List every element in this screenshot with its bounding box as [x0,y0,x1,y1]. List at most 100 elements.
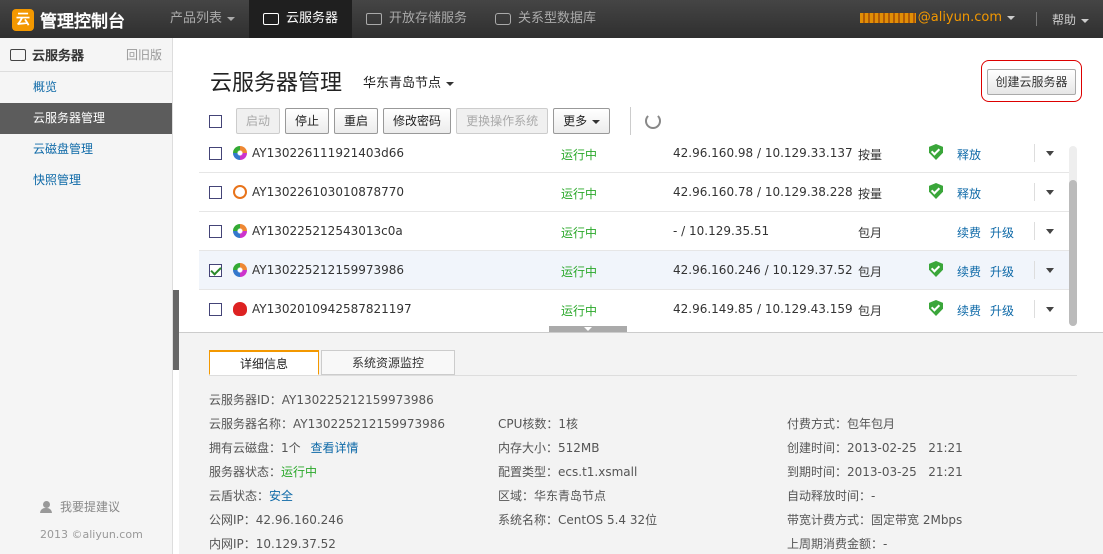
logo[interactable]: 云 管理控制台 [12,7,125,32]
sidebar-item-overview[interactable]: 概览 [0,72,172,103]
sidebar-item-ecs-manage[interactable]: 云服务器管理 [0,103,172,134]
detail-os-name: 系统名称：CentOS 5.4 32位 [498,511,657,528]
server-ip: 42.96.160.246 / 10.129.37.52 [673,263,853,277]
detail-key: CPU核数： [498,417,559,431]
chevron-down-icon[interactable] [1046,307,1054,312]
top-nav: 产品列表 云服务器 开放存储服务 关系型数据库 [156,0,610,38]
refresh-icon[interactable] [645,113,662,129]
renew-link[interactable]: 续费 [957,302,981,319]
detail-instance-type: 配置类型：ecs.t1.xsmall [498,463,637,480]
server-table: AY130226111921403d66 运行中 42.96.160.98 / … [199,138,1070,328]
server-id[interactable]: AY130225212159973986 [252,263,404,277]
scrollbar-thumb[interactable] [1069,180,1077,326]
chevron-down-icon [446,81,455,86]
nav-rds[interactable]: 关系型数据库 [481,0,610,38]
feedback-link[interactable]: 我要提建议 [40,498,120,515]
table-row[interactable]: AY130225212543013c0a 运行中 - / 10.129.35.5… [199,212,1070,251]
chevron-down-icon[interactable] [1046,190,1054,195]
detail-memory: 内存大小：512MB [498,439,600,456]
change-password-button[interactable]: 修改密码 [383,108,452,134]
old-version-link[interactable]: 回旧版 [126,46,162,63]
row-checkbox[interactable] [209,225,222,238]
nav-oss[interactable]: 开放存储服务 [352,0,481,38]
start-button[interactable]: 启动 [236,108,281,134]
server-ip: - / 10.129.35.51 [673,224,770,238]
divider [1034,183,1035,201]
table-row[interactable]: AY130226111921403d66 运行中 42.96.160.98 / … [199,138,1070,173]
view-details-link[interactable]: 查看详情 [310,441,358,455]
os-gear-icon [233,263,247,277]
detail-key: 配置类型： [498,465,559,479]
create-server-button[interactable]: 创建云服务器 [987,69,1076,95]
shield-icon [929,144,943,160]
divider [1034,144,1035,162]
nav-ecs[interactable]: 云服务器 [249,0,353,38]
server-id[interactable]: AY130226103010878770 [252,185,404,199]
detail-key: 区域： [498,489,535,503]
chevron-down-icon [592,119,601,124]
renew-link[interactable]: 续费 [957,224,981,241]
upgrade-link[interactable]: 升级 [990,302,1014,319]
stop-button[interactable]: 停止 [285,108,330,134]
detail-region: 区域：华东青岛节点 [498,487,606,504]
server-icon [10,48,26,61]
shield-icon [929,183,943,199]
region-selector[interactable]: 华东青岛节点 [363,72,455,91]
upgrade-link[interactable]: 升级 [990,224,1014,241]
server-id[interactable]: AY130226111921403d66 [252,146,404,160]
table-row[interactable]: AY130225212159973986 运行中 42.96.160.246 /… [199,251,1070,290]
user-menu[interactable]: @aliyun.com [859,10,1015,25]
server-status: 运行中 [561,304,598,318]
detail-key: 到期时间： [787,465,848,479]
select-all-checkbox[interactable] [209,114,222,128]
row-checkbox[interactable] [209,186,222,199]
table-row[interactable]: AY1302010942587821197 运行中 42.96.149.85 /… [199,290,1070,328]
os-gear-icon [233,146,247,160]
sidebar-item-snapshot-manage[interactable]: 快照管理 [0,165,172,196]
row-checkbox[interactable] [209,264,222,277]
change-os-button[interactable]: 更换操作系统 [456,108,549,134]
redacted-username [859,12,916,23]
os-redhat-icon [233,302,247,316]
more-button[interactable]: 更多 [553,108,611,134]
detail-value: 512MB [558,441,600,455]
tab-details[interactable]: 详细信息 [209,350,320,375]
detail-value: 包年包月 [847,417,896,431]
chevron-down-icon[interactable] [1046,151,1054,156]
server-status: 运行中 [561,226,598,240]
row-checkbox[interactable] [209,147,222,160]
create-highlight: 创建云服务器 [981,60,1082,102]
nav-label: 云服务器 [286,11,339,26]
server-status: 运行中 [561,265,598,279]
toolbar: 启动 停止 重启 修改密码 更换操作系统 更多 [209,107,662,135]
table-scrollbar[interactable] [1069,146,1077,326]
table-row[interactable]: AY130226103010878770 运行中 42.96.160.78 / … [199,173,1070,212]
detail-key: 内存大小： [498,441,559,455]
detail-value[interactable]: 安全 [269,489,293,503]
server-id[interactable]: AY130225212543013c0a [252,224,403,238]
help-menu[interactable]: 帮助 [1052,11,1089,28]
chevron-down-icon[interactable] [1046,268,1054,273]
user-email: @aliyun.com [917,10,1002,25]
detail-server-name: 云服务器名称：AY130225212159973986 [209,415,445,432]
nav-product-list[interactable]: 产品列表 [156,0,249,38]
detail-value: 固定带宽 2Mbps [871,513,963,527]
tab-monitor[interactable]: 系统资源监控 [321,350,456,375]
detail-key: 云盾状态： [209,489,270,503]
sidebar-item-disk-manage[interactable]: 云磁盘管理 [0,134,172,165]
renew-link[interactable]: 续费 [957,263,981,280]
nav-label: 产品列表 [170,11,223,26]
chevron-down-icon[interactable] [1046,229,1054,234]
release-link[interactable]: 释放 [957,146,981,163]
detail-server-id: 云服务器ID：AY130225212159973986 [209,391,434,408]
detail-value: 1个 [281,441,301,455]
details-tabs: 详细信息 系统资源监控 [209,350,457,375]
restart-button[interactable]: 重启 [334,108,379,134]
copyright: 2013 ©aliyun.com [40,528,143,541]
release-link[interactable]: 释放 [957,185,981,202]
upgrade-link[interactable]: 升级 [990,263,1014,280]
detail-key: 上周期消费金额： [787,537,884,551]
more-label: 更多 [563,114,588,128]
server-id[interactable]: AY1302010942587821197 [252,302,412,316]
row-checkbox[interactable] [209,303,222,316]
